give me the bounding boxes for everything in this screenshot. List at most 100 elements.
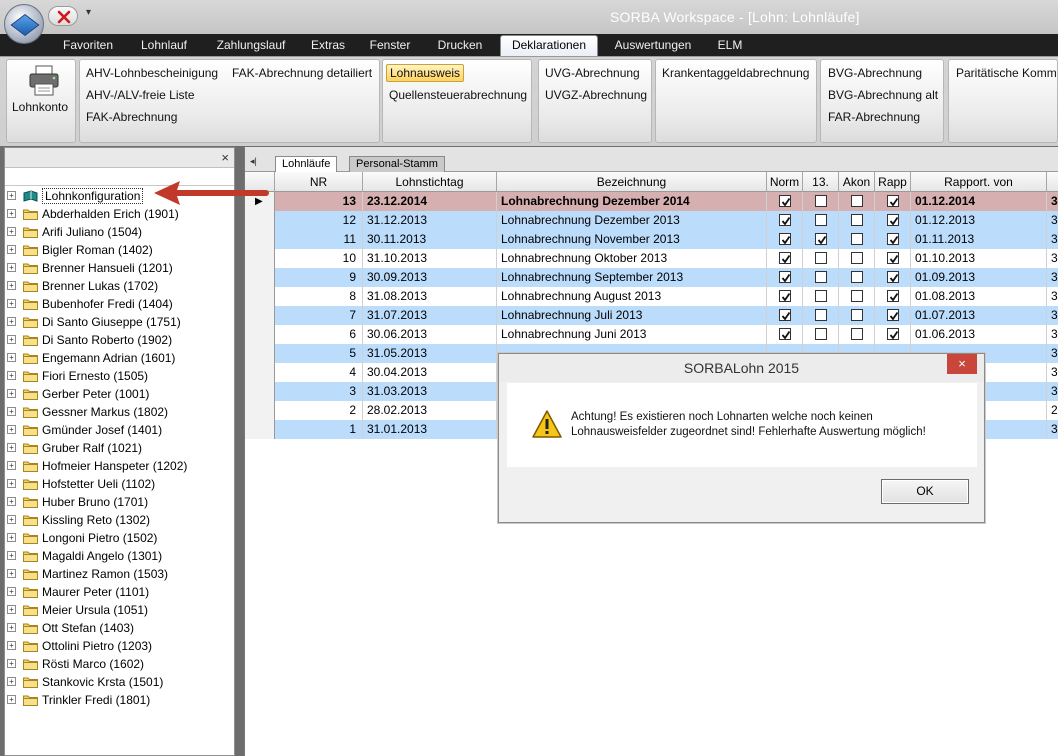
checkbox[interactable]	[887, 195, 899, 207]
table-row[interactable]: 12 31.12.2013 Lohnabrechnung Dezember 2013…	[245, 211, 1058, 230]
tree-node-employee[interactable]: + Gmünder Josef (1401)	[5, 421, 234, 439]
col-rapp[interactable]: Rapp	[875, 172, 911, 192]
checkbox-cell-norm[interactable]	[767, 325, 803, 344]
tab-scroll-icon[interactable]: ◂|	[250, 156, 257, 167]
expand-icon[interactable]: +	[7, 425, 16, 434]
expand-icon[interactable]: +	[7, 533, 16, 542]
row-indicator[interactable]	[245, 420, 275, 439]
row-indicator[interactable]	[245, 287, 275, 306]
expand-icon[interactable]: +	[7, 515, 16, 524]
tree-node-employee[interactable]: + Bubenhofer Fredi (1404)	[5, 295, 234, 313]
tree-node-employee[interactable]: + Meier Ursula (1051)	[5, 601, 234, 619]
tab-fenster[interactable]: Fenster	[362, 36, 418, 56]
col-nr[interactable]: NR	[275, 172, 363, 192]
row-indicator[interactable]	[245, 363, 275, 382]
checkbox[interactable]	[779, 195, 791, 207]
checkbox-cell-norm[interactable]	[767, 192, 803, 211]
expand-icon[interactable]: +	[7, 335, 16, 344]
checkbox[interactable]	[851, 271, 863, 283]
checkbox[interactable]	[887, 328, 899, 340]
col-akon[interactable]: Akon	[839, 172, 875, 192]
tree-node-employee[interactable]: + Arifi Juliano (1504)	[5, 223, 234, 241]
checkbox-cell-m13[interactable]	[803, 287, 839, 306]
table-row[interactable]: 7 31.07.2013 Lohnabrechnung Juli 2013 01.07…	[245, 306, 1058, 325]
expand-icon[interactable]: +	[7, 569, 16, 578]
tree-node-employee[interactable]: + Stankovic Krsta (1501)	[5, 673, 234, 691]
checkbox-cell-m13[interactable]	[803, 268, 839, 287]
tree-node-employee[interactable]: + Fiori Ernesto (1505)	[5, 367, 234, 385]
checkbox-cell-norm[interactable]	[767, 211, 803, 230]
tab-elm[interactable]: ELM	[708, 36, 752, 56]
checkbox[interactable]	[887, 271, 899, 283]
tree-node-employee[interactable]: + Brenner Hansueli (1201)	[5, 259, 234, 277]
ok-button[interactable]: OK	[881, 479, 969, 504]
expand-icon[interactable]: +	[7, 443, 16, 452]
checkbox-cell-akon[interactable]	[839, 249, 875, 268]
table-row[interactable]: 11 30.11.2013 Lohnabrechnung November 2013…	[245, 230, 1058, 249]
expand-icon[interactable]: +	[7, 191, 16, 200]
checkbox-cell-rapp[interactable]	[875, 249, 911, 268]
tree-node-employee[interactable]: + Ott Stefan (1403)	[5, 619, 234, 637]
fak-abrechnung-button[interactable]: FAK-Abrechnung	[86, 110, 177, 124]
checkbox-cell-akon[interactable]	[839, 325, 875, 344]
checkbox[interactable]	[779, 214, 791, 226]
checkbox[interactable]	[887, 233, 899, 245]
tree-node-employee[interactable]: + Kissling Reto (1302)	[5, 511, 234, 529]
bvg-abrechnung-button[interactable]: BVG-Abrechnung	[828, 66, 922, 80]
checkbox[interactable]	[851, 290, 863, 302]
expand-icon[interactable]: +	[7, 245, 16, 254]
expand-icon[interactable]: +	[7, 623, 16, 632]
expand-icon[interactable]: +	[7, 695, 16, 704]
tab-personal-stamm[interactable]: Personal-Stamm	[349, 156, 445, 172]
checkbox-cell-norm[interactable]	[767, 287, 803, 306]
tree-node-employee[interactable]: + Ottolini Pietro (1203)	[5, 637, 234, 655]
checkbox[interactable]	[815, 252, 827, 264]
tree-node-employee[interactable]: + Di Santo Roberto (1902)	[5, 331, 234, 349]
expand-icon[interactable]: +	[7, 587, 16, 596]
col-lohnstichtag[interactable]: Lohnstichtag	[363, 172, 497, 192]
checkbox[interactable]	[815, 309, 827, 321]
tree-node-employee[interactable]: + Hofmeier Hanspeter (1202)	[5, 457, 234, 475]
checkbox-cell-m13[interactable]	[803, 249, 839, 268]
checkbox-cell-akon[interactable]	[839, 268, 875, 287]
expand-icon[interactable]: +	[7, 263, 16, 272]
checkbox-cell-akon[interactable]	[839, 230, 875, 249]
pane-close-icon[interactable]: ×	[221, 150, 229, 165]
checkbox[interactable]	[779, 233, 791, 245]
expand-icon[interactable]: +	[7, 659, 16, 668]
uvgz-abrechnung-button[interactable]: UVGZ-Abrechnung	[545, 88, 647, 102]
checkbox-cell-m13[interactable]	[803, 192, 839, 211]
table-row[interactable]: 10 31.10.2013 Lohnabrechnung Oktober 2013 0…	[245, 249, 1058, 268]
tree-node-employee[interactable]: + Trinkler Fredi (1801)	[5, 691, 234, 709]
col-rapport-von[interactable]: Rapport. von	[911, 172, 1047, 192]
quick-access-close-button[interactable]	[48, 6, 78, 26]
checkbox[interactable]	[815, 214, 827, 226]
checkbox[interactable]	[887, 252, 899, 264]
tree-node-employee[interactable]: + Huber Bruno (1701)	[5, 493, 234, 511]
checkbox-cell-norm[interactable]	[767, 268, 803, 287]
row-indicator[interactable]	[245, 325, 275, 344]
checkbox-cell-akon[interactable]	[839, 306, 875, 325]
expand-icon[interactable]: +	[7, 371, 16, 380]
tab-deklarationen[interactable]: Deklarationen	[500, 35, 598, 57]
checkbox-cell-akon[interactable]	[839, 192, 875, 211]
krankentaggeldabrechnung-button[interactable]: Krankentaggeldabrechnung	[662, 66, 809, 80]
expand-icon[interactable]: +	[7, 497, 16, 506]
table-row[interactable]: 9 30.09.2013 Lohnabrechnung September 2013…	[245, 268, 1058, 287]
tree-node-employee[interactable]: + Longoni Pietro (1502)	[5, 529, 234, 547]
quellensteuerabrechnung-button[interactable]: Quellensteuerabrechnung	[389, 88, 527, 102]
ahv-lohnbescheinigung-button[interactable]: AHV-Lohnbescheinigung	[86, 66, 218, 80]
lohnausweis-button[interactable]: Lohnausweis	[386, 64, 465, 82]
expand-icon[interactable]: +	[7, 407, 16, 416]
tree-node-employee[interactable]: + Hofstetter Ueli (1102)	[5, 475, 234, 493]
tree-node-employee[interactable]: + Bigler Roman (1402)	[5, 241, 234, 259]
tree-node-employee[interactable]: + Martinez Ramon (1503)	[5, 565, 234, 583]
checkbox[interactable]	[851, 309, 863, 321]
far-abrechnung-button[interactable]: FAR-Abrechnung	[828, 110, 920, 124]
tree-node-employee[interactable]: + Engemann Adrian (1601)	[5, 349, 234, 367]
table-row[interactable]: ▶ 13 23.12.2014 Lohnabrechnung Dezember 201…	[245, 192, 1058, 211]
row-indicator[interactable]	[245, 249, 275, 268]
bvg-abrechnung-alt-button[interactable]: BVG-Abrechnung alt	[828, 88, 938, 102]
tree-node-employee[interactable]: + Di Santo Giuseppe (1751)	[5, 313, 234, 331]
tab-lohnlauf[interactable]: Lohnlauf	[128, 36, 200, 56]
